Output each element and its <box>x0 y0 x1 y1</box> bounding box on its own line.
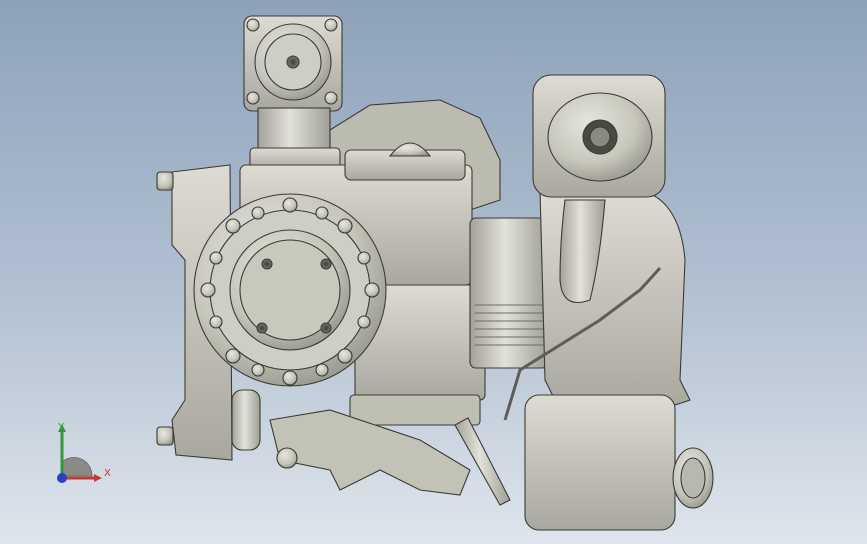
engine-assembly-model[interactable] <box>0 0 867 544</box>
outlet-tube <box>231 389 261 451</box>
fuel-tank <box>524 394 676 531</box>
intake-neck <box>257 107 331 154</box>
pivot-knob <box>276 447 298 469</box>
bracket-bolt-top <box>156 171 174 191</box>
z-axis-dot <box>57 473 67 483</box>
sump-flange <box>349 394 481 426</box>
hose-fitting <box>454 417 511 506</box>
3d-viewport[interactable]: X Y <box>0 0 867 544</box>
axis-triad <box>57 424 102 483</box>
y-axis-label: Y <box>58 422 65 433</box>
bracket-bolt-bottom <box>156 426 174 446</box>
x-axis-label: X <box>104 468 111 479</box>
